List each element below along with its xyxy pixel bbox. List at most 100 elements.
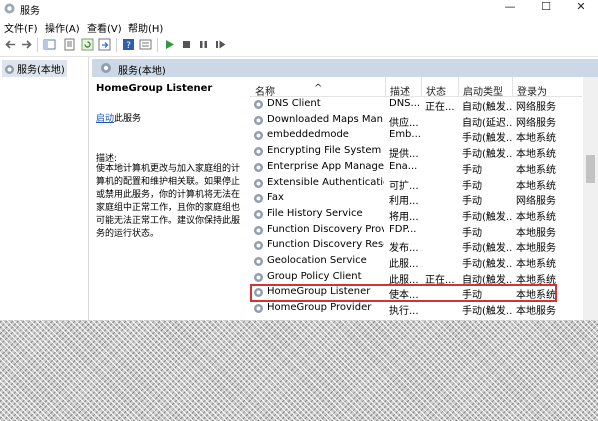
stop-service-icon[interactable] xyxy=(180,38,193,51)
start-service-link[interactable]: 启动 xyxy=(96,114,114,124)
table-row[interactable]: Geolocation Service 此服... 手动(触发... 本地系统 xyxy=(250,254,582,270)
service-gear-icon xyxy=(254,162,263,172)
table-row[interactable]: Function Discovery Reso... 发布... 手动(触发... 本… xyxy=(250,238,582,255)
column-header-description[interactable]: 描述 xyxy=(390,83,410,98)
tree-item-services-local[interactable]: 服务(本地) xyxy=(2,60,67,77)
service-logon-cell: 本地系统 xyxy=(516,149,556,161)
close-button[interactable]: ✕ xyxy=(566,0,596,16)
column-divider[interactable] xyxy=(385,77,386,96)
table-row[interactable]: embeddedmode Emb... 手动(触发... 本地系统 xyxy=(250,128,582,144)
console-tree-icon[interactable] xyxy=(43,38,56,51)
start-service-icon[interactable] xyxy=(163,38,176,51)
properties-icon[interactable] xyxy=(63,38,76,51)
pane-header-title: 服务(本地) xyxy=(118,66,166,77)
table-row[interactable]: Enterprise App Manage... Ena... 手动 本地系统 xyxy=(250,160,582,176)
help-icon[interactable]: ? xyxy=(122,38,135,51)
menu-view[interactable]: 查看(V) xyxy=(87,20,122,35)
service-gear-icon xyxy=(254,178,263,188)
service-detail-panel: HomeGroup Listener 启动此服务 描述: 使本地计算机更改与加入… xyxy=(92,77,248,321)
refresh-icon[interactable] xyxy=(81,38,94,51)
sort-ascending-icon: ^ xyxy=(314,83,323,94)
service-logon-cell: 本地系统 xyxy=(516,211,556,223)
view-icon[interactable] xyxy=(139,38,152,51)
service-startup-type-cell: 手动 xyxy=(462,196,482,208)
service-startup-type-cell: 手动 xyxy=(462,180,482,192)
table-row[interactable]: Group Policy Client 此服... 正在... 自动(触发... 本地系… xyxy=(250,270,582,286)
obscured-region xyxy=(0,320,598,421)
forward-arrow-icon[interactable] xyxy=(20,38,33,51)
menu-help[interactable]: 帮助(H) xyxy=(128,20,163,35)
start-link-suffix: 此服务 xyxy=(114,114,142,124)
column-header-startup-type[interactable]: 启动类型 xyxy=(463,83,503,98)
service-logon-cell: 网络服务 xyxy=(516,196,556,208)
service-gear-icon xyxy=(254,257,263,266)
column-divider[interactable] xyxy=(512,77,513,96)
menu-bar: 文件(F) 操作(A) 查看(V) 帮助(H) xyxy=(0,18,598,35)
table-row[interactable]: Extensible Authentication... 可扩... 手动 本地系统 xyxy=(250,176,582,192)
service-description-cell: 提供... xyxy=(389,149,419,161)
service-name-cell: Geolocation Service xyxy=(267,255,367,266)
service-logon-cell: 本地系统 xyxy=(516,164,556,176)
menu-action[interactable]: 操作(A) xyxy=(45,20,80,35)
column-header-status[interactable]: 状态 xyxy=(426,83,446,98)
restart-service-icon[interactable] xyxy=(214,38,227,51)
service-startup-type-cell: 手动(触发... xyxy=(462,306,512,318)
service-gear-icon xyxy=(254,225,263,235)
service-logon-cell: 网络服务 xyxy=(516,117,556,129)
table-row[interactable]: Downloaded Maps Man... 供应... 自动(延迟... 网络服务 xyxy=(250,113,582,129)
column-divider[interactable] xyxy=(458,77,459,96)
service-name-cell: HomeGroup Provider xyxy=(267,302,372,314)
tree-item-label: 服务(本地) xyxy=(17,65,65,76)
menu-file[interactable]: 文件(F) xyxy=(4,20,38,35)
toolbar-divider xyxy=(37,38,38,52)
service-name-cell: embeddedmode xyxy=(267,129,349,141)
service-status-cell: 正在... xyxy=(425,102,455,113)
service-logon-cell: 本地服务 xyxy=(516,306,556,318)
console-tree: 服务(本地) xyxy=(0,57,89,323)
service-startup-type-cell: 手动 xyxy=(462,164,482,176)
service-gear-icon xyxy=(254,115,263,125)
service-description-cell: FDP... xyxy=(389,223,417,235)
service-description-cell: 此服... xyxy=(389,259,419,270)
maximize-button[interactable]: ☐ xyxy=(531,0,561,16)
export-icon[interactable] xyxy=(98,38,111,51)
detail-service-name: HomeGroup Listener xyxy=(96,83,213,94)
column-header-log-on-as[interactable]: 登录为 xyxy=(517,83,547,98)
service-name-cell: Enterprise App Manage... xyxy=(267,160,384,172)
service-gear-icon xyxy=(254,241,263,251)
service-gear-icon xyxy=(254,304,263,314)
service-gear-icon xyxy=(254,147,263,157)
service-logon-cell: 本地系统 xyxy=(516,259,556,270)
column-header-row: ^ 名称 描述 状态 启动类型 登录为 xyxy=(250,77,582,98)
pause-service-icon[interactable] xyxy=(197,38,210,51)
table-row[interactable]: Encrypting File System (E... 提供... 手动(触发..… xyxy=(250,144,582,161)
service-gear-icon xyxy=(254,194,263,204)
table-row[interactable]: HomeGroup Provider 执行... 手动(触发... 本地服务 xyxy=(250,301,582,318)
svg-text:?: ? xyxy=(126,41,131,51)
service-startup-type-cell: 手动(触发... xyxy=(462,149,512,161)
service-description-cell: DNS... xyxy=(389,98,420,109)
service-description-cell: 将用... xyxy=(389,211,419,223)
pane-header: 服务(本地) xyxy=(92,59,598,77)
table-row[interactable]: Function Discovery Provi... FDP... 手动 本地服务 xyxy=(250,223,582,239)
column-header-name[interactable]: 名称 xyxy=(255,83,275,98)
service-name-cell: Function Discovery Provi... xyxy=(267,223,384,235)
service-name-cell: Downloaded Maps Man... xyxy=(267,113,384,125)
table-row[interactable]: DNS Client DNS... 正在... 自动(触发... 网络服务 xyxy=(250,97,582,113)
minimize-button[interactable]: — xyxy=(495,0,525,16)
vertical-scrollbar[interactable] xyxy=(583,77,598,321)
service-startup-type-cell: 自动(触发... xyxy=(462,102,512,113)
service-description-cell: 利用... xyxy=(389,196,419,208)
service-description-cell: 发布... xyxy=(389,243,419,255)
service-gear-icon xyxy=(254,100,263,109)
services-gear-icon xyxy=(4,3,15,14)
back-arrow-icon[interactable] xyxy=(4,38,17,51)
service-description-cell: Emb... xyxy=(389,129,420,141)
toolbar: ? xyxy=(0,35,598,57)
table-row[interactable]: File History Service 将用... 手动(触发... 本地系统 xyxy=(250,207,582,223)
table-row[interactable]: Fax 利用... 手动 网络服务 xyxy=(250,191,582,208)
column-divider[interactable] xyxy=(421,77,422,96)
scrollbar-thumb[interactable] xyxy=(586,155,595,183)
service-gear-icon xyxy=(254,131,263,141)
service-name-cell: Extensible Authentication... xyxy=(267,176,384,188)
